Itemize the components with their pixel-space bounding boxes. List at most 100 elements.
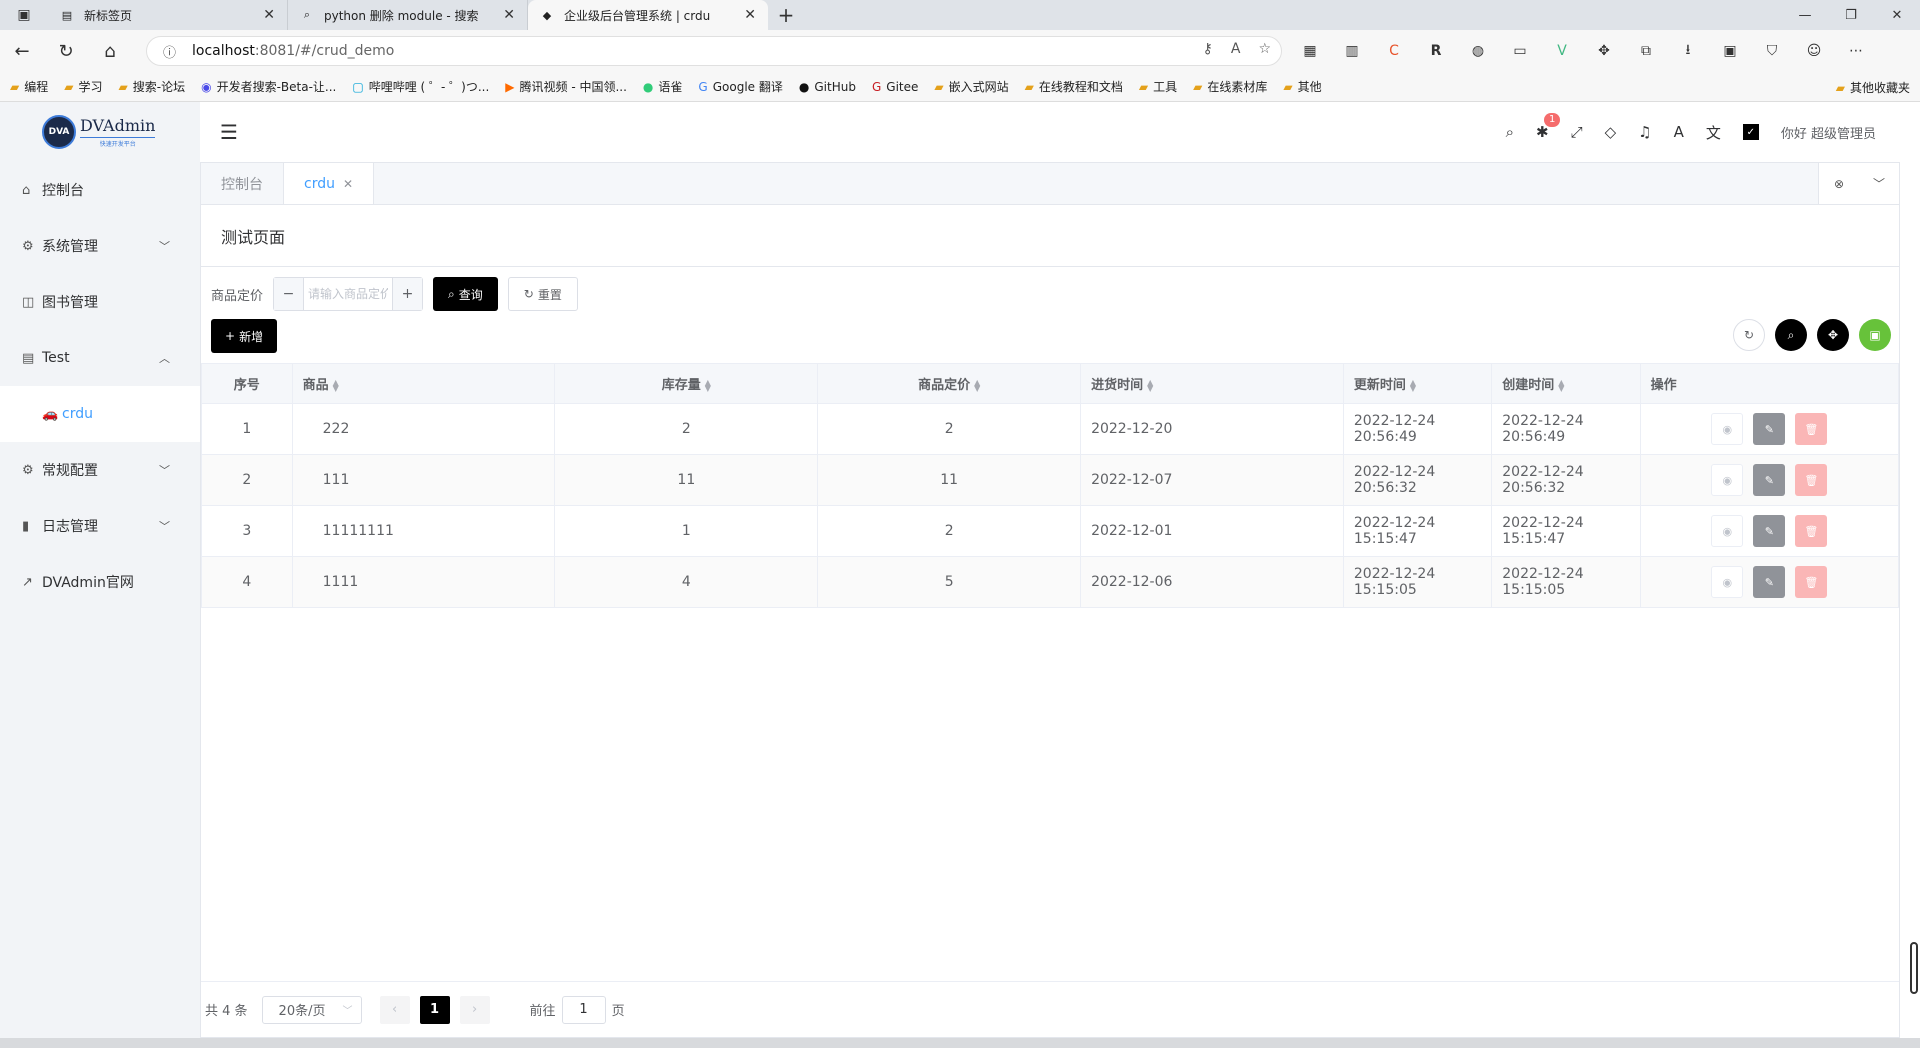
sort-icon[interactable]: ▲ ▼ — [1558, 378, 1564, 392]
sort-icon[interactable]: ▲ ▼ — [333, 378, 339, 392]
new-tab-icon[interactable]: + — [768, 0, 804, 30]
favorite-star-icon[interactable]: ☆ — [1258, 41, 1271, 57]
sidebar-item-logs[interactable]: ▮ 日志管理 ﹀ — [0, 498, 200, 554]
close-window-icon[interactable]: ✕ — [1874, 0, 1920, 30]
page-number-current[interactable]: 1 — [419, 995, 450, 1024]
bell-icon[interactable]: ♫ — [1638, 123, 1651, 141]
home-icon[interactable]: ⌂ — [88, 30, 132, 72]
delete-button[interactable]: 🗑 — [1795, 515, 1828, 547]
bookmark-item[interactable]: ▰ 在线素材库 — [1193, 78, 1267, 95]
browser-tab-2[interactable]: ◆ 企业级后台管理系统 | crdu ✕ — [528, 0, 768, 30]
search-icon[interactable]: ⌕ — [1775, 319, 1807, 351]
fullscreen-icon[interactable]: ⤢ — [1571, 123, 1583, 141]
bookmark-item[interactable]: ◉ 开发者搜索-Beta-让... — [201, 78, 336, 95]
close-icon[interactable]: ✕ — [744, 7, 756, 23]
delete-button[interactable]: 🗑 — [1795, 413, 1828, 445]
bookmark-other-folder[interactable]: ▰ 其他收藏夹 — [1836, 79, 1910, 96]
extension-icon[interactable]: ▥ — [1338, 37, 1366, 65]
key-icon[interactable]: ⚷ — [1203, 41, 1213, 57]
bookmark-item[interactable]: ▰ 工具 — [1139, 78, 1177, 95]
edit-button[interactable]: ✎ — [1753, 515, 1786, 547]
column-header[interactable]: 进货时间 ▲ ▼ — [1080, 363, 1344, 404]
font-size-icon[interactable]: A — [1674, 123, 1684, 141]
download-icon[interactable]: ⭳ — [1674, 37, 1702, 65]
sidebar-item-test[interactable]: ▤ Test ︿ — [0, 330, 200, 386]
logo[interactable]: DVA DVAdmin 快速开发平台 — [0, 102, 200, 162]
sidebar-item-dashboard[interactable]: ⌂ 控制台 — [0, 162, 200, 218]
bookmark-item[interactable]: ● GitHub — [799, 80, 856, 94]
tab-actions-icon[interactable]: ▣ — [0, 0, 48, 30]
page-size-select[interactable]: 20条/页 ﹀ — [261, 995, 362, 1024]
search-icon[interactable]: ⌕ — [1506, 123, 1514, 141]
shield-icon[interactable]: ⛉ — [1758, 37, 1786, 65]
bookmark-item[interactable]: ● 语雀 — [643, 78, 683, 95]
vue-devtools-icon[interactable]: V — [1548, 37, 1576, 65]
extension-icon[interactable]: ◍ — [1464, 37, 1492, 65]
restore-icon[interactable]: ❐ — [1828, 0, 1874, 30]
tag-crdu[interactable]: crdu ✕ — [284, 163, 375, 204]
close-icon[interactable]: ✕ — [343, 177, 353, 191]
column-header[interactable]: 库存量 ▲ ▼ — [554, 363, 819, 404]
close-all-icon[interactable]: ⊗ — [1819, 163, 1859, 204]
prev-page-button[interactable]: ‹ — [379, 995, 410, 1024]
extension-icon[interactable]: ▭ — [1506, 37, 1534, 65]
column-header[interactable]: 商品 ▲ ▼ — [291, 363, 556, 404]
bug-icon[interactable]: ✱ 1 — [1536, 113, 1561, 141]
puzzle-icon[interactable]: ✥ — [1590, 37, 1618, 65]
column-header[interactable]: 更新时间 ▲ ▼ — [1342, 363, 1493, 404]
scrollbar-thumb[interactable] — [1910, 942, 1918, 994]
column-header[interactable]: 创建时间 ▲ ▼ — [1491, 363, 1641, 404]
price-input[interactable] — [304, 278, 393, 310]
url-field[interactable]: ⓘ localhost:8081/#/crud_demo ⚷ A ☆ — [146, 36, 1282, 66]
close-icon[interactable]: ✕ — [503, 7, 515, 23]
browser-tab-0[interactable]: ▤ 新标签页 ✕ — [48, 0, 288, 30]
diamond-icon[interactable]: ◇ — [1605, 123, 1617, 141]
extension-icon[interactable]: C — [1380, 37, 1408, 65]
delete-button[interactable]: 🗑 — [1795, 464, 1828, 496]
avatar[interactable]: ☺ — [1800, 37, 1828, 65]
theme-icon[interactable]: ✓ — [1742, 124, 1759, 140]
save-icon[interactable]: ▣ — [1859, 319, 1891, 351]
close-icon[interactable]: ✕ — [263, 7, 275, 23]
column-header[interactable]: 商品定价 ▲ ▼ — [817, 363, 1082, 404]
bookmark-item[interactable]: ▢ 哔哩哔哩 ( ゜- ゜)つ... — [352, 78, 489, 95]
sidebar-item-books[interactable]: ◫ 图书管理 — [0, 274, 200, 330]
view-button[interactable]: ◉ — [1711, 515, 1744, 547]
bookmark-item[interactable]: ▰ 在线教程和文档 — [1025, 78, 1123, 95]
menu-toggle-icon[interactable]: ☰ — [220, 120, 238, 144]
back-icon[interactable]: ← — [0, 30, 44, 72]
info-icon[interactable]: ⓘ — [163, 42, 176, 61]
sidebar-item-site[interactable]: ↗ DVAdmin官网 — [0, 554, 200, 610]
bookmark-item[interactable]: ▰ 嵌入式网站 — [934, 78, 1008, 95]
extension-icon[interactable]: ▦ — [1296, 37, 1324, 65]
refresh-icon[interactable]: ↻ — [44, 30, 88, 72]
minus-icon[interactable]: − — [274, 278, 305, 310]
edit-button[interactable]: ✎ — [1753, 413, 1786, 445]
sort-icon[interactable]: ▲ ▼ — [1147, 378, 1153, 392]
extension-icon[interactable]: ▣ — [1716, 37, 1744, 65]
bookmark-item[interactable]: G Google 翻译 — [698, 78, 782, 95]
bookmark-item[interactable]: ▰ 学习 — [64, 78, 102, 95]
add-button[interactable]: + 新增 — [211, 319, 278, 353]
view-button[interactable]: ◉ — [1711, 566, 1744, 598]
sort-icon[interactable]: ▲ ▼ — [705, 378, 711, 392]
sort-icon[interactable]: ▲ ▼ — [1410, 378, 1416, 392]
edit-button[interactable]: ✎ — [1753, 566, 1786, 598]
bookmark-item[interactable]: ▰ 搜索-论坛 — [119, 78, 186, 95]
sort-icon[interactable]: ▲ ▼ — [974, 378, 980, 392]
delete-button[interactable]: 🗑 — [1795, 566, 1828, 598]
move-icon[interactable]: ✥ — [1817, 319, 1849, 351]
reset-button[interactable]: ↻ 重置 — [507, 277, 578, 311]
language-icon[interactable]: 文 — [1706, 122, 1721, 143]
chevron-down-icon[interactable]: ﹀ — [1859, 163, 1899, 204]
bookmark-item[interactable]: ▰ 编程 — [10, 78, 48, 95]
refresh-icon[interactable]: ↻ — [1733, 319, 1765, 351]
query-button[interactable]: ⌕ 查询 — [433, 277, 498, 311]
more-icon[interactable]: ⋯ — [1842, 37, 1870, 65]
edit-button[interactable]: ✎ — [1753, 464, 1786, 496]
plus-icon[interactable]: + — [392, 278, 423, 310]
bookmark-item[interactable]: ▶ 腾讯视频 - 中国领... — [505, 78, 627, 95]
minimize-icon[interactable]: — — [1782, 0, 1828, 30]
sidebar-item-config[interactable]: ⚙ 常规配置 ﹀ — [0, 442, 200, 498]
read-aloud-icon[interactable]: A — [1231, 41, 1241, 57]
